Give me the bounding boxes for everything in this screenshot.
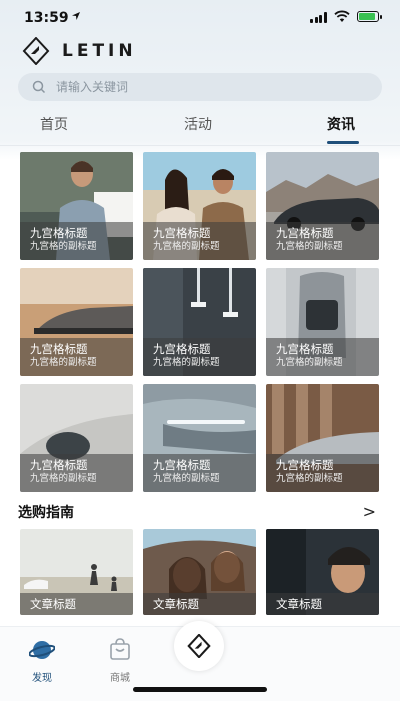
grid-card-subtitle: 九宫格的副标题: [153, 241, 220, 252]
grid-card-caption: 九宫格标题 九宫格的副标题: [143, 222, 256, 260]
brand-name: LETIN: [62, 41, 137, 61]
grid-card-subtitle: 九宫格的副标题: [153, 357, 220, 368]
grid-card-title: 九宫格标题: [276, 226, 334, 240]
grid-card-subtitle: 九宫格的副标题: [30, 241, 97, 252]
location-arrow-icon: [72, 12, 80, 20]
grid-card-title: 九宫格标题: [30, 342, 88, 356]
article-title: 文章标题: [143, 593, 256, 615]
battery-icon: [357, 11, 382, 22]
buying-guide-title: 选购指南: [18, 505, 74, 521]
nav-mall[interactable]: 商城: [98, 637, 142, 684]
tab-home[interactable]: 首页: [40, 114, 68, 134]
brand-logo: LETIN: [22, 37, 137, 65]
cellular-signal-icon: [310, 12, 328, 23]
grid-card-title: 九宫格标题: [153, 458, 211, 472]
grid-card-title: 九宫格标题: [276, 342, 334, 356]
chevron-right-icon[interactable]: >: [363, 502, 376, 521]
grid-card[interactable]: 九宫格标题 九宫格的副标题: [266, 268, 379, 376]
home-indicator: [133, 687, 267, 692]
search-input[interactable]: [54, 79, 358, 95]
grid-card-caption: 九宫格标题 九宫格的副标题: [20, 222, 133, 260]
grid-card-subtitle: 九宫格的副标题: [276, 357, 343, 368]
article-card[interactable]: 文章标题: [20, 529, 133, 615]
shopping-bag-icon: [110, 638, 130, 660]
tab-events[interactable]: 活动: [184, 114, 212, 134]
grid-card-caption: 九宫格标题 九宫格的副标题: [20, 338, 133, 376]
grid-card[interactable]: 九宫格标题 九宫格的副标题: [143, 152, 256, 260]
search-bar[interactable]: [18, 73, 382, 101]
grid-card-caption: 九宫格标题 九宫格的副标题: [266, 222, 379, 260]
active-tab-indicator: [327, 141, 359, 144]
article-card[interactable]: 文章标题: [143, 529, 256, 615]
grid-card[interactable]: 九宫格标题 九宫格的副标题: [266, 384, 379, 492]
top-tabs: 首页 活动 资讯: [0, 108, 400, 144]
letin-logo-icon: [22, 37, 50, 65]
status-bar: 13:59: [0, 0, 400, 36]
grid-card[interactable]: 九宫格标题 九宫格的副标题: [20, 384, 133, 492]
grid-card-caption: 九宫格标题 九宫格的副标题: [20, 454, 133, 492]
article-title: 文章标题: [266, 593, 379, 615]
grid-card-subtitle: 九宫格的副标题: [30, 473, 97, 484]
buying-guide-header[interactable]: 选购指南 >: [18, 502, 382, 524]
article-card[interactable]: 文章标题: [266, 529, 379, 615]
grid-card-caption: 九宫格标题 九宫格的副标题: [266, 454, 379, 492]
grid-card-caption: 九宫格标题 九宫格的副标题: [266, 338, 379, 376]
search-icon: [32, 80, 46, 94]
grid-card-subtitle: 九宫格的副标题: [153, 473, 220, 484]
grid-card-subtitle: 九宫格的副标题: [276, 241, 343, 252]
grid-card[interactable]: 九宫格标题 九宫格的副标题: [20, 268, 133, 376]
grid-card-title: 九宫格标题: [30, 458, 88, 472]
discover-planet-icon: [28, 641, 56, 659]
grid-card-title: 九宫格标题: [276, 458, 334, 472]
status-time: 13:59: [24, 10, 69, 26]
grid-card-subtitle: 九宫格的副标题: [276, 473, 343, 484]
grid-card-subtitle: 九宫格的副标题: [30, 357, 97, 368]
grid-card[interactable]: 九宫格标题 九宫格的副标题: [143, 268, 256, 376]
nav-discover-label: 发现: [32, 673, 52, 684]
nav-discover[interactable]: 发现: [20, 637, 64, 684]
grid-card[interactable]: 九宫格标题 九宫格的副标题: [20, 152, 133, 260]
article-title: 文章标题: [20, 593, 133, 615]
grid-card-title: 九宫格标题: [153, 342, 211, 356]
tabs-divider: [0, 145, 400, 146]
grid-card-caption: 九宫格标题 九宫格的副标题: [143, 454, 256, 492]
tab-news[interactable]: 资讯: [327, 114, 355, 134]
center-logo-button[interactable]: [174, 621, 224, 671]
grid-card[interactable]: 九宫格标题 九宫格的副标题: [143, 384, 256, 492]
wifi-icon: [334, 10, 350, 22]
grid-card-caption: 九宫格标题 九宫格的副标题: [143, 338, 256, 376]
grid-card[interactable]: 九宫格标题 九宫格的副标题: [266, 152, 379, 260]
grid-card-title: 九宫格标题: [30, 226, 88, 240]
letin-logo-icon: [187, 634, 211, 658]
nav-mall-label: 商城: [110, 673, 130, 684]
grid-card-title: 九宫格标题: [153, 226, 211, 240]
